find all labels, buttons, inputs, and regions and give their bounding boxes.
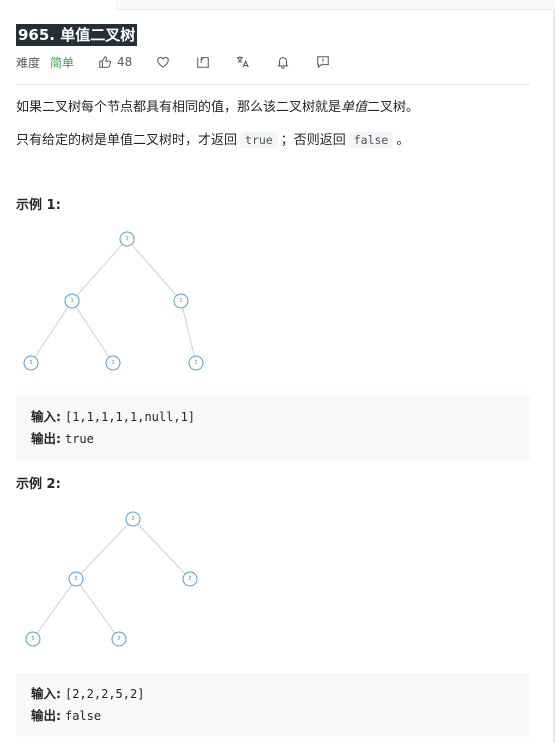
example-2-title: 示例 2: [16, 477, 61, 492]
tree-node: 5 [25, 631, 41, 647]
tree-node: 1 [23, 355, 39, 371]
like-count: 48 [117, 55, 133, 69]
tree-edge [71, 300, 114, 364]
tree-node: 1 [119, 231, 135, 247]
tree-node: 1 [188, 355, 204, 371]
example-1-input-line: 输入: [1,1,1,1,1,null,1] [31, 406, 515, 428]
problem-title-text: 965. 单值二叉树 [16, 24, 138, 46]
problem-title: 965. 单值二叉树 [16, 24, 530, 46]
tree-node-value: 5 [32, 636, 35, 642]
input-label: 输入: [31, 686, 61, 701]
example-2-io-block: 输入: [2,2,2,5,2] 输出: false [16, 673, 530, 737]
tree-edge [32, 578, 77, 640]
output-value: false [64, 709, 102, 723]
tree-node-value: 1 [180, 298, 183, 304]
tree-edge [180, 300, 197, 364]
description-text: 。 [396, 133, 410, 148]
description-text: 二叉树。 [367, 100, 420, 115]
tree-node-value: 2 [132, 516, 135, 522]
example-2-output-line: 输出: false [31, 705, 515, 727]
tree-node: 2 [111, 631, 127, 647]
heart-icon [157, 56, 170, 68]
share-button[interactable] [196, 55, 210, 69]
output-value: true [64, 432, 94, 446]
input-value: [2,2,2,5,2] [64, 687, 145, 701]
difficulty-label: 难度 [16, 55, 41, 70]
problem-content: 965. 单值二叉树 难度 简单 48 如果二叉树每个节点都具有相同的值，那么该… [16, 24, 530, 737]
translate-icon [237, 56, 250, 68]
share-icon [197, 57, 210, 68]
example-2-input-line: 输入: [2,2,2,5,2] [31, 683, 515, 705]
subscribe-button[interactable] [276, 55, 290, 69]
tree-edge [75, 578, 120, 640]
like-button[interactable]: 48 [98, 55, 132, 69]
example-1-io-block: 输入: [1,1,1,1,1,null,1] 输出: true [16, 396, 530, 460]
tree-node: 1 [64, 293, 80, 309]
bell-icon [277, 57, 289, 69]
description-text: 如果二叉树每个节点都具有相同的值，那么该二叉树就是 [16, 100, 342, 115]
tab-inactive[interactable] [116, 0, 555, 10]
feedback-button[interactable] [316, 55, 330, 69]
divider [16, 84, 530, 85]
output-label: 输出: [31, 431, 61, 446]
feedback-icon [317, 56, 330, 69]
tree-node-value: 1 [71, 298, 74, 304]
tree-node-value: 2 [189, 576, 192, 582]
tree-node: 2 [125, 511, 141, 527]
problem-meta-bar: 难度 简单 48 [16, 52, 330, 72]
tree-node: 1 [105, 355, 121, 371]
tree-node: 2 [68, 571, 84, 587]
tree-edge [71, 238, 128, 302]
tree-node-value: 1 [112, 360, 115, 366]
difficulty-value: 简单 [50, 55, 75, 70]
favorite-button[interactable] [156, 55, 170, 69]
output-label: 输出: [31, 708, 61, 723]
example-1-tree-diagram: 1 1 1 1 1 1 [23, 231, 204, 371]
tree-node-value: 1 [126, 236, 129, 242]
thumbs-up-icon [99, 56, 112, 68]
tree-edge [75, 518, 134, 580]
example-1-output-line: 输出: true [31, 428, 515, 450]
inline-code-true: true [240, 132, 278, 148]
tree-edge [132, 518, 191, 580]
translate-button[interactable] [236, 55, 250, 69]
description-emphasis: 单值 [341, 100, 368, 115]
inline-code-false: false [348, 132, 394, 148]
tree-node-value: 1 [30, 360, 33, 366]
tree-edge [30, 300, 73, 364]
tab-description[interactable] [0, 0, 116, 10]
tree-node: 2 [182, 571, 198, 587]
description-text: 只有给定的树是单值二叉树时，才返回 [16, 133, 238, 148]
tree-node-value: 2 [75, 576, 78, 582]
tab-bar [0, 0, 555, 10]
tree-edge [126, 238, 182, 302]
input-value: [1,1,1,1,1,null,1] [64, 410, 196, 424]
input-label: 输入: [31, 409, 61, 424]
tree-node-value: 1 [195, 360, 198, 366]
description-text: ；否则返回 [280, 133, 346, 148]
example-1-title: 示例 1: [16, 198, 61, 213]
example-2-tree-diagram: 2 2 2 5 2 [25, 511, 198, 647]
tree-node: 1 [173, 293, 189, 309]
description-paragraph-2: 只有给定的树是单值二叉树时，才返回 true ；否则返回 false。 [16, 130, 409, 151]
description-paragraph-1: 如果二叉树每个节点都具有相同的值，那么该二叉树就是单值二叉树。 [16, 98, 419, 118]
tree-node-value: 2 [118, 636, 121, 642]
